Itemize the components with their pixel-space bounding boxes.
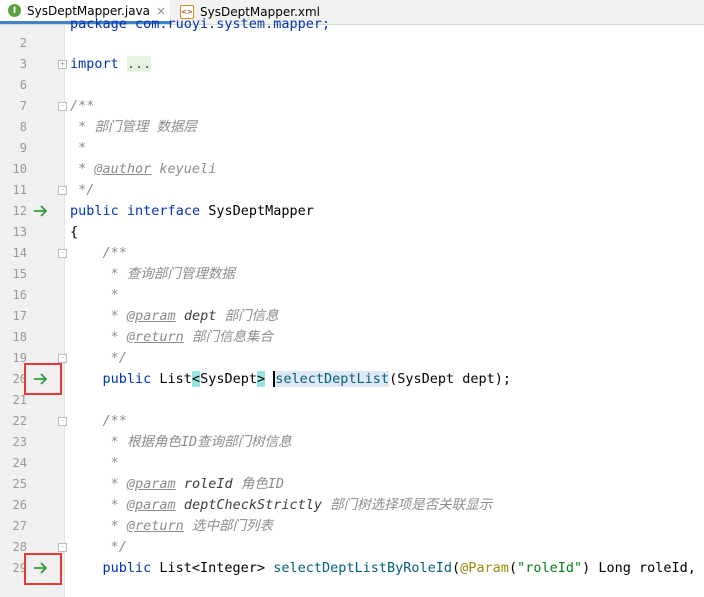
line-number: 16 (12, 288, 27, 302)
line-number: 6 (19, 78, 27, 92)
line-number: 20 (12, 372, 27, 386)
line-number: 26 (12, 498, 27, 512)
javadoc-param: * @param deptCheckStrictly 部门树选择项是否关联显示 (70, 497, 493, 513)
line-number: 10 (12, 162, 27, 176)
highlight-box (24, 363, 62, 395)
javadoc-start: /** (70, 245, 127, 261)
code-line: 12 public interface SysDeptMapper (0, 201, 704, 222)
code-line: 24 * (0, 453, 704, 474)
javadoc-text: * (70, 140, 87, 156)
folded-imports: ... (126, 56, 152, 72)
javadoc-param: * @param dept 部门信息 (70, 308, 279, 324)
javadoc-end: */ (70, 350, 127, 366)
line-number: 17 (12, 309, 27, 323)
javadoc-start: /** (70, 98, 95, 114)
fold-collapse-icon[interactable]: - (58, 249, 67, 258)
fold-end-icon[interactable]: - (58, 543, 67, 552)
line-number: 18 (12, 330, 27, 344)
code-line: 19 - */ (0, 348, 704, 369)
method-select-dept-list[interactable]: public List<SysDept> selectDeptList(SysD… (70, 369, 511, 390)
code-line: 3 + import ... (0, 54, 704, 75)
code-line: 13 { (0, 222, 704, 243)
package-statement: package com.ruoyi.system.mapper; (70, 16, 331, 32)
fold-end-icon[interactable]: - (58, 186, 67, 195)
code-line: 16 * (0, 285, 704, 306)
line-number: 19 (12, 351, 27, 365)
line-number: 15 (12, 267, 27, 281)
code-editor[interactable]: package com.ruoyi.system.mapper; 2 3 + i… (0, 16, 704, 597)
line-number: 23 (12, 435, 27, 449)
javadoc-text: * (70, 287, 119, 303)
line-number: 11 (12, 183, 27, 197)
javadoc-author: * @author keyueli (70, 161, 217, 177)
implementation-arrow-icon[interactable] (33, 204, 49, 218)
code-line: 26 * @param deptCheckStrictly 部门树选择项是否关联… (0, 495, 704, 516)
javadoc-return: * @return 选中部门列表 (70, 518, 273, 534)
code-line: 28 - */ (0, 537, 704, 558)
code-line: 7 - /** (0, 96, 704, 117)
fold-collapse-icon[interactable]: - (58, 417, 67, 426)
javadoc-text: * (70, 455, 119, 471)
method-select-dept-list-by-role-id[interactable]: public List<Integer> selectDeptListByRol… (70, 558, 704, 579)
text-caret: s (273, 371, 284, 387)
line-number: 7 (19, 99, 27, 113)
line-number: 12 (12, 204, 27, 218)
line-number: 22 (12, 414, 27, 428)
code-line: 21 (0, 390, 704, 411)
line-number: 27 (12, 519, 27, 533)
code-line: 18 * @return 部门信息集合 (0, 327, 704, 348)
line-number: 21 (12, 393, 27, 407)
code-line: package com.ruoyi.system.mapper; (0, 14, 704, 35)
line-number: 9 (19, 141, 27, 155)
line-number: 3 (19, 57, 27, 71)
highlight-box (24, 553, 62, 585)
code-line: 2 (0, 33, 704, 54)
javadoc-end: */ (70, 539, 127, 555)
javadoc-text: * 查询部门管理数据 (70, 266, 235, 282)
code-line: 27 * @return 选中部门列表 (0, 516, 704, 537)
line-number: 29 (12, 561, 27, 575)
javadoc-text: * 根据角色ID查询部门树信息 (70, 434, 292, 450)
code-line: 25 * @param roleId 角色ID (0, 474, 704, 495)
line-number: 24 (12, 456, 27, 470)
fold-collapse-icon[interactable]: - (58, 102, 67, 111)
code-line: 11 - */ (0, 180, 704, 201)
fold-expand-icon[interactable]: + (58, 60, 67, 69)
line-number: 14 (12, 246, 27, 260)
code-line: 14 - /** (0, 243, 704, 264)
line-number: 13 (12, 225, 27, 239)
code-line: 6 (0, 75, 704, 96)
line-number: 28 (12, 540, 27, 554)
code-line: 17 * @param dept 部门信息 (0, 306, 704, 327)
code-line: 9 * (0, 138, 704, 159)
javadoc-param: * @param roleId 角色ID (70, 476, 284, 492)
javadoc-start: /** (70, 413, 127, 429)
javadoc-return: * @return 部门信息集合 (70, 329, 273, 345)
javadoc-end: */ (70, 182, 95, 198)
code-line: 29 public List<Integer> selectDeptListBy… (0, 558, 704, 579)
interface-declaration: public interface SysDeptMapper (70, 203, 314, 219)
javadoc-text: * 部门管理 数据层 (70, 119, 198, 135)
line-number: 8 (19, 120, 27, 134)
code-line: 10 * @author keyueli (0, 159, 704, 180)
fold-end-icon[interactable]: - (58, 354, 67, 363)
code-line: 8 * 部门管理 数据层 (0, 117, 704, 138)
line-number: 25 (12, 477, 27, 491)
code-line: 22 - /** (0, 411, 704, 432)
line-number: 2 (19, 36, 27, 50)
code-line: 23 * 根据角色ID查询部门树信息 (0, 432, 704, 453)
code-line: 20 public List<SysDept> selectDeptList(S… (0, 369, 704, 390)
code-line: 15 * 查询部门管理数据 (0, 264, 704, 285)
import-statement[interactable]: import ... (70, 54, 152, 75)
brace: { (70, 224, 79, 240)
